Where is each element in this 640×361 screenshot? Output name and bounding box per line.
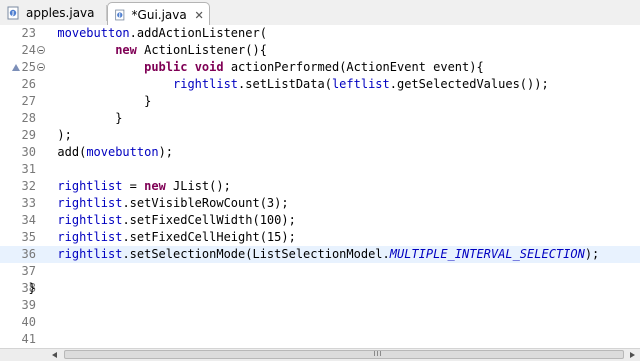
tab-apples-java[interactable]: J apples.java [0, 2, 106, 24]
code-text: ); [0, 128, 72, 142]
code-text: } [0, 111, 123, 125]
code-text: rightlist.setSelectionMode(ListSelection… [57, 247, 600, 261]
code-text: add(movebutton); [0, 145, 174, 159]
tab-gui-java[interactable]: J *Gui.java [107, 2, 210, 26]
line-number: 31 [21, 162, 36, 176]
code-line[interactable]: 34 rightlist.setFixedCellWidth(100); [0, 212, 640, 229]
code-text: rightlist.setVisibleRowCount(3); [57, 196, 289, 210]
code-line[interactable]: 27 } [0, 93, 640, 110]
java-file-icon: J [7, 6, 19, 20]
scrollbar-thumb[interactable] [64, 350, 624, 359]
java-file-icon: J [115, 9, 125, 20]
code-line[interactable]: 33 rightlist.setVisibleRowCount(3); [0, 195, 640, 212]
code-line[interactable]: 29 ); [0, 127, 640, 144]
code-line[interactable]: 23 movebutton.addActionListener( [0, 25, 640, 42]
code-text: new ActionListener(){ [115, 43, 267, 57]
scrollbar-grip-icon [374, 351, 382, 356]
close-icon[interactable] [195, 10, 203, 20]
code-text: rightlist.setListData(leftlist.getSelect… [173, 77, 549, 91]
tab-label: apples.java [26, 6, 95, 20]
code-text: public void actionPerformed(ActionEvent … [144, 60, 484, 74]
code-line[interactable]: 26 rightlist.setListData(leftlist.getSel… [0, 76, 640, 93]
code-line[interactable]: 39 [0, 297, 640, 314]
line-number: 41 [21, 332, 36, 346]
code-text: } [0, 281, 36, 295]
code-text: movebutton.addActionListener( [57, 26, 267, 40]
scroll-left-arrow-icon[interactable] [52, 352, 57, 358]
code-line[interactable]: 30 add(movebutton); [0, 144, 640, 161]
code-line[interactable]: 38 } [0, 280, 640, 297]
code-line[interactable]: 28 } [0, 110, 640, 127]
horizontal-scrollbar[interactable] [0, 348, 640, 361]
code-line[interactable]: 31 [0, 161, 640, 178]
tab-label: *Gui.java [131, 7, 187, 22]
code-text: rightlist = new JList(); [57, 179, 231, 193]
code-line[interactable]: 35 rightlist.setFixedCellHeight(15); [0, 229, 640, 246]
line-number: 39 [21, 298, 36, 312]
scroll-right-arrow-icon[interactable] [630, 352, 635, 358]
code-text: rightlist.setFixedCellWidth(100); [57, 213, 296, 227]
code-line[interactable]: 24 new ActionListener(){ [0, 42, 640, 59]
code-line[interactable]: 41 [0, 331, 640, 348]
code-line[interactable]: 40 [0, 314, 640, 331]
line-number: 37 [21, 264, 36, 278]
code-line[interactable]: 37 [0, 263, 640, 280]
editor-tab-bar: J apples.java J *Gui.java [0, 0, 640, 26]
code-editor[interactable]: 23 movebutton.addActionListener(24 new A… [0, 25, 640, 348]
code-line[interactable]: 25 public void actionPerformed(ActionEve… [0, 59, 640, 76]
code-line[interactable]: 36 rightlist.setSelectionMode(ListSelect… [0, 246, 640, 263]
code-text: rightlist.setFixedCellHeight(15); [57, 230, 296, 244]
code-line[interactable]: 32 rightlist = new JList(); [0, 178, 640, 195]
line-number: 40 [21, 315, 36, 329]
svg-text:J: J [11, 11, 14, 17]
code-text: } [0, 94, 152, 108]
